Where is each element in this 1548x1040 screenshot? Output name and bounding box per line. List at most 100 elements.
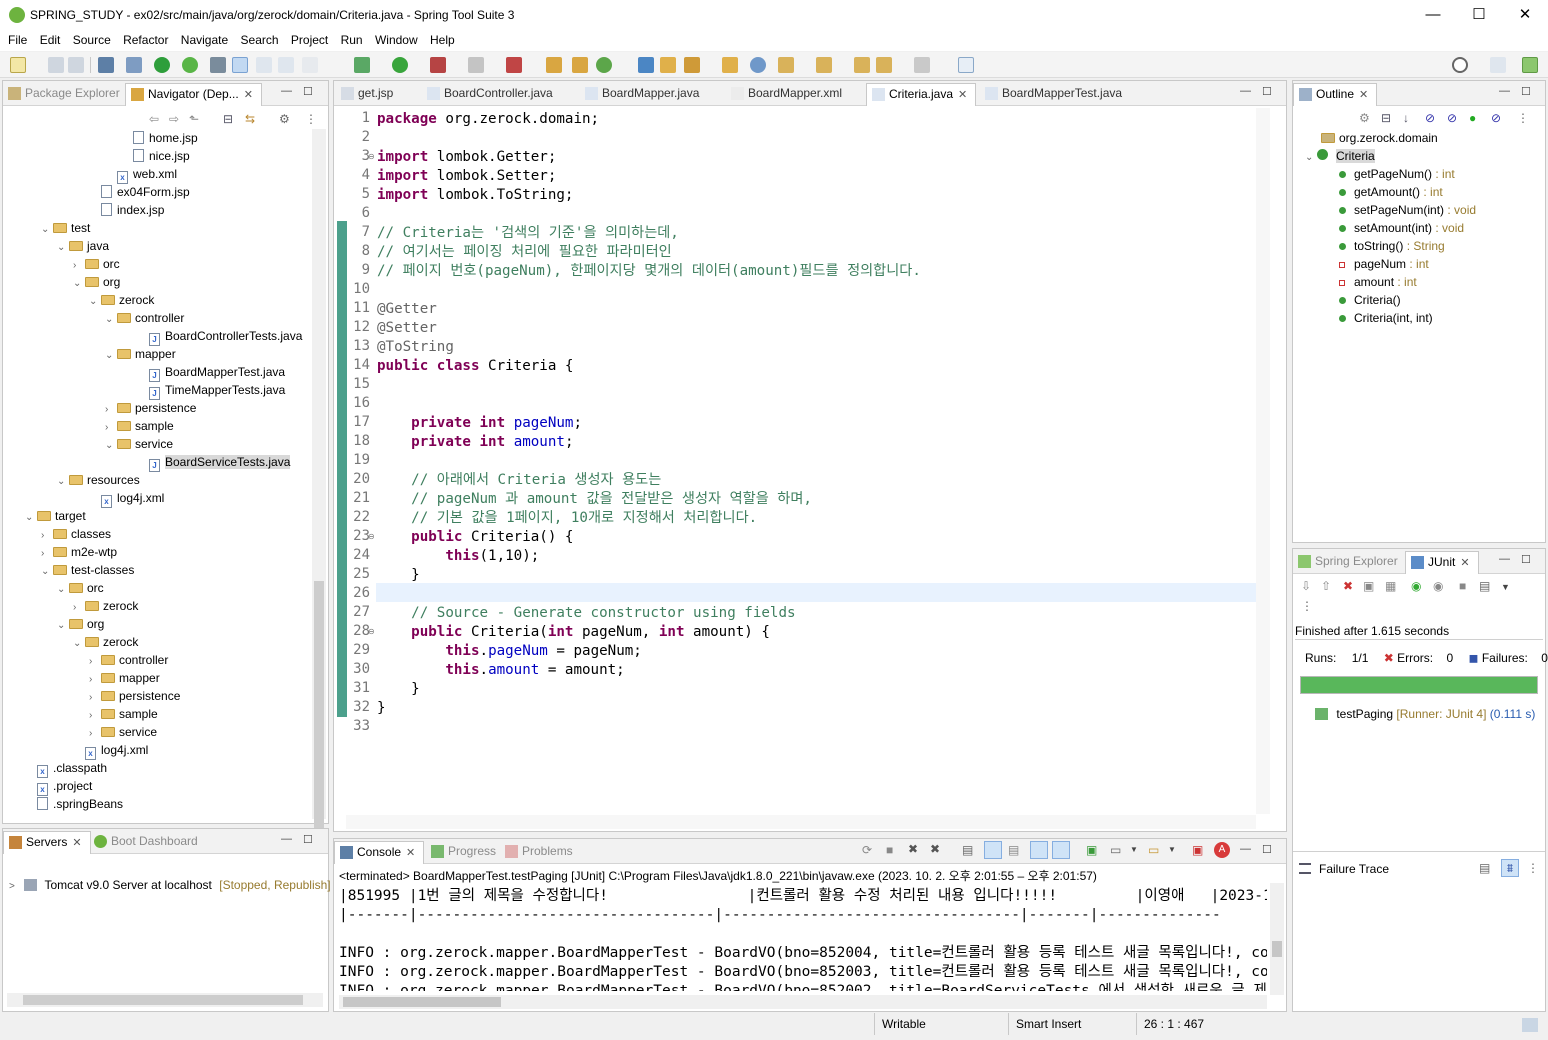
tab-package-explorer[interactable]: Package Explorer (3, 83, 128, 106)
open-project-icon[interactable] (722, 57, 738, 73)
console-vscrollbar[interactable] (1270, 883, 1284, 995)
view-menu-icon[interactable]: ⋮ (1517, 111, 1529, 125)
tree-item[interactable]: ⌄ service (105, 435, 173, 453)
tree-item[interactable]: › mapper (89, 669, 160, 687)
display-console-icon[interactable]: ▭ (1110, 843, 1121, 857)
tree-item[interactable]: .springBeans (25, 795, 123, 813)
code-line[interactable]: // Source - Generate constructor using f… (377, 604, 795, 623)
tab-progress[interactable]: Progress (426, 841, 504, 864)
code-line[interactable]: this.pageNum = pageNum; (377, 642, 641, 661)
menu-search[interactable]: Search (233, 31, 279, 47)
filter-icon[interactable]: ⚙ (279, 112, 290, 126)
editor-hscrollbar[interactable] (346, 815, 1256, 829)
word-wrap-icon[interactable] (256, 57, 272, 73)
code-line[interactable]: this(1,10); (377, 547, 539, 566)
outline-item[interactable]: toString() : String (1339, 237, 1445, 255)
maximize-button[interactable]: ☐ (1456, 0, 1502, 31)
tree-item[interactable]: › classes (41, 525, 111, 543)
pin-console-icon[interactable]: ⟳ (862, 843, 872, 857)
code-line[interactable]: } (377, 566, 420, 585)
notification-icon[interactable] (1522, 1018, 1538, 1032)
hide-nonpublic-icon[interactable]: ⚙ (1359, 111, 1370, 125)
close-icon[interactable]: ✕ (406, 847, 415, 859)
code-line[interactable]: } (377, 699, 386, 718)
search-tools-icon[interactable] (684, 57, 700, 73)
expand-arrow-icon[interactable]: ⌄ (89, 293, 101, 311)
tree-item[interactable]: ex04Form.jsp (89, 183, 190, 201)
fold-icon[interactable]: ⊖ (368, 627, 375, 636)
up-nav-icon[interactable]: ⬑ (189, 112, 199, 126)
show-failures-only-icon[interactable]: ✖ (1343, 579, 1353, 593)
code-line[interactable]: @Setter (377, 319, 437, 338)
code-line[interactable]: // pageNum 과 amount 값을 전달받은 생성자 역할을 하며, (377, 490, 812, 509)
outline-item[interactable]: amount : int (1339, 273, 1417, 291)
tree-item[interactable]: index.jsp (89, 201, 164, 219)
debug-icon[interactable] (354, 57, 370, 73)
tree-item[interactable]: ⌄ orc (57, 579, 104, 597)
new-icon[interactable] (10, 57, 26, 73)
outline-item[interactable]: setAmount(int) : void (1339, 219, 1464, 237)
tree-item[interactable]: ⌄ mapper (105, 345, 176, 363)
maximize-view-icon[interactable]: ☐ (303, 833, 313, 846)
tree-item[interactable]: › persistence (89, 687, 180, 705)
tree-item[interactable]: ⌄ resources (57, 471, 140, 489)
menu-help[interactable]: Help (422, 31, 455, 47)
last-edit-icon[interactable] (854, 57, 870, 73)
tab-boardcontroller-java[interactable]: BoardController.java (422, 83, 561, 106)
rerun-failed-icon[interactable]: ◉ (1433, 579, 1443, 593)
close-icon[interactable]: ✕ (1359, 89, 1368, 101)
tab-criteria-java[interactable]: Criteria.java ✕ (866, 83, 977, 106)
open-console-icon[interactable]: ▭ (1148, 843, 1159, 857)
hide-local-types-icon[interactable]: ⊘ (1491, 111, 1501, 125)
word-wrap-icon[interactable]: ▤ (1008, 843, 1019, 857)
refresh-icon[interactable] (182, 57, 198, 73)
tree-item[interactable]: › orc (73, 255, 120, 273)
close-icon[interactable]: ✕ (1460, 557, 1469, 569)
code-line[interactable]: public Criteria() { (377, 528, 573, 547)
scroll-lock-icon[interactable] (984, 841, 1002, 859)
code-line[interactable]: @Getter (377, 300, 437, 319)
tree-item[interactable]: x log4j.xml (89, 489, 164, 508)
stop-icon[interactable] (468, 57, 484, 73)
link-editor-icon[interactable]: ⇆ (245, 112, 255, 126)
expand-arrow-icon[interactable]: ⌄ (41, 563, 53, 581)
coverage-icon[interactable] (430, 57, 446, 73)
view-menu-icon[interactable]: ⋮ (1527, 861, 1539, 875)
hide-fields-icon[interactable]: ⊘ (1425, 111, 1435, 125)
tab-boardmappertest-java[interactable]: BoardMapperTest.java (980, 83, 1130, 106)
tree-item[interactable]: ⌄ zerock (73, 633, 138, 651)
tab-problems[interactable]: Problems (500, 841, 581, 864)
history-icon[interactable]: ▤ (1479, 579, 1490, 593)
tree-item[interactable]: x .project (25, 777, 92, 796)
navigator-scrollbar[interactable] (312, 129, 326, 839)
fold-icon[interactable]: ⊖ (368, 532, 375, 541)
outline-item[interactable]: ⌄ Criteria (1305, 147, 1375, 165)
servers-hscroll-thumb[interactable] (23, 995, 303, 1005)
collapse-all-icon[interactable]: ⊟ (223, 112, 233, 126)
expand-arrow-icon[interactable]: ⌄ (25, 509, 37, 527)
tree-item[interactable]: ⌄ org (73, 273, 120, 291)
tree-item[interactable]: › sample (105, 417, 174, 435)
menu-run[interactable]: Run (333, 31, 363, 47)
expand-arrow-icon[interactable]: ⌄ (73, 275, 85, 293)
menu-source[interactable]: Source (65, 31, 111, 47)
menu-window[interactable]: Window (367, 31, 418, 47)
save-all-icon[interactable] (68, 57, 84, 73)
console-scroll-thumb[interactable] (1272, 941, 1282, 957)
outline-item[interactable]: Criteria() (1339, 291, 1401, 309)
expand-arrow-icon[interactable]: ⌄ (105, 311, 117, 329)
block-selection-icon[interactable] (278, 57, 294, 73)
server-row[interactable]: > Tomcat v9.0 Server at localhost [Stopp… (9, 878, 331, 892)
code-line[interactable]: import lombok.Getter; (377, 148, 556, 167)
code-area[interactable]: 1 package org.zerock.domain; 2 3 import lomb… (334, 108, 1259, 808)
menu-refactor[interactable]: Refactor (115, 31, 168, 47)
console-output[interactable]: |851995 |1번 글의 제목을 수정합니다! |컨트롤러 활용 수정 처리… (339, 887, 1267, 991)
hide-static-icon[interactable]: ⊘ (1447, 111, 1457, 125)
minimize-view-icon[interactable]: — (1240, 85, 1251, 97)
scroll-lock-icon[interactable]: ▣ (1363, 579, 1374, 593)
show-whitespace-icon[interactable] (302, 57, 318, 73)
search-icon[interactable] (1452, 57, 1468, 73)
outline-item[interactable]: org.zerock.domain (1321, 129, 1438, 147)
close-icon[interactable]: ✕ (244, 89, 253, 101)
view-menu-icon[interactable]: ⋮ (1301, 599, 1313, 613)
